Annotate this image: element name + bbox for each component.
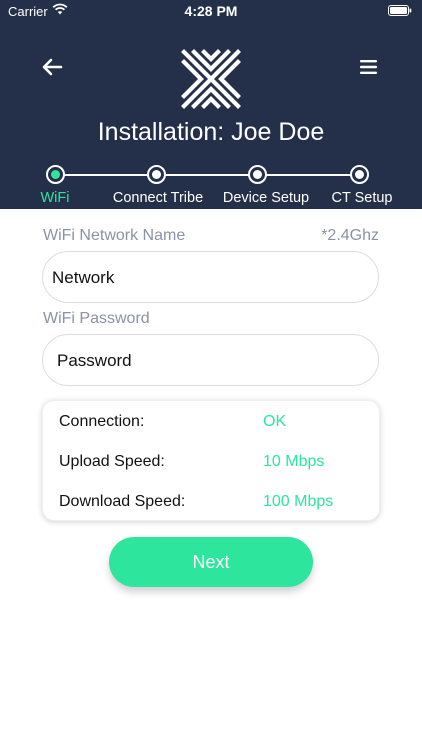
step-dot-connect-tribe[interactable] (147, 165, 166, 184)
clock-time: 4:28 PM (184, 3, 238, 19)
hamburger-menu-icon[interactable] (358, 58, 380, 76)
status-key: Upload Speed: (59, 453, 165, 470)
step-label-connect-tribe[interactable]: Connect Tribe (113, 190, 203, 206)
status-bar: Carrier 4:28 PM (0, 0, 422, 22)
status-value: 100 Mbps (263, 493, 334, 510)
step-label-device-setup[interactable]: Device Setup (223, 190, 309, 206)
frequency-hint: *2.4Ghz (321, 227, 379, 244)
battery-icon (388, 5, 412, 16)
header: Carrier 4:28 PM Installation: Joe Doe Wi… (0, 0, 422, 209)
status-row-upload: Upload Speed: 10 Mbps (43, 453, 381, 473)
step-label-wifi[interactable]: WiFi (41, 190, 70, 206)
step-dot-device-setup[interactable] (248, 165, 267, 184)
status-value: OK (263, 413, 287, 430)
status-key: Connection: (59, 413, 145, 430)
step-label-ct-setup[interactable]: CT Setup (332, 190, 393, 206)
step-dot-wifi[interactable] (46, 165, 65, 184)
next-button[interactable]: Next (109, 537, 313, 587)
stepper-line (56, 174, 361, 176)
password-input[interactable] (57, 351, 337, 371)
arrow-left-icon[interactable] (40, 56, 64, 78)
status-row-download: Download Speed: 100 Mbps (43, 493, 381, 513)
connection-status-card: Connection: OK Upload Speed: 10 Mbps Dow… (42, 400, 380, 521)
status-row-connection: Connection: OK (43, 413, 381, 433)
status-value: 10 Mbps (263, 453, 325, 470)
password-field[interactable] (42, 334, 379, 386)
network-name-label: WiFi Network Name (43, 227, 186, 244)
page-title: Installation: Joe Doe (97, 118, 325, 146)
network-name-input[interactable] (52, 268, 332, 288)
status-key: Download Speed: (59, 493, 186, 510)
password-label: WiFi Password (43, 310, 150, 327)
step-dot-ct-setup[interactable] (350, 165, 369, 184)
logo-icon (181, 49, 241, 109)
network-name-field[interactable] (42, 251, 379, 303)
